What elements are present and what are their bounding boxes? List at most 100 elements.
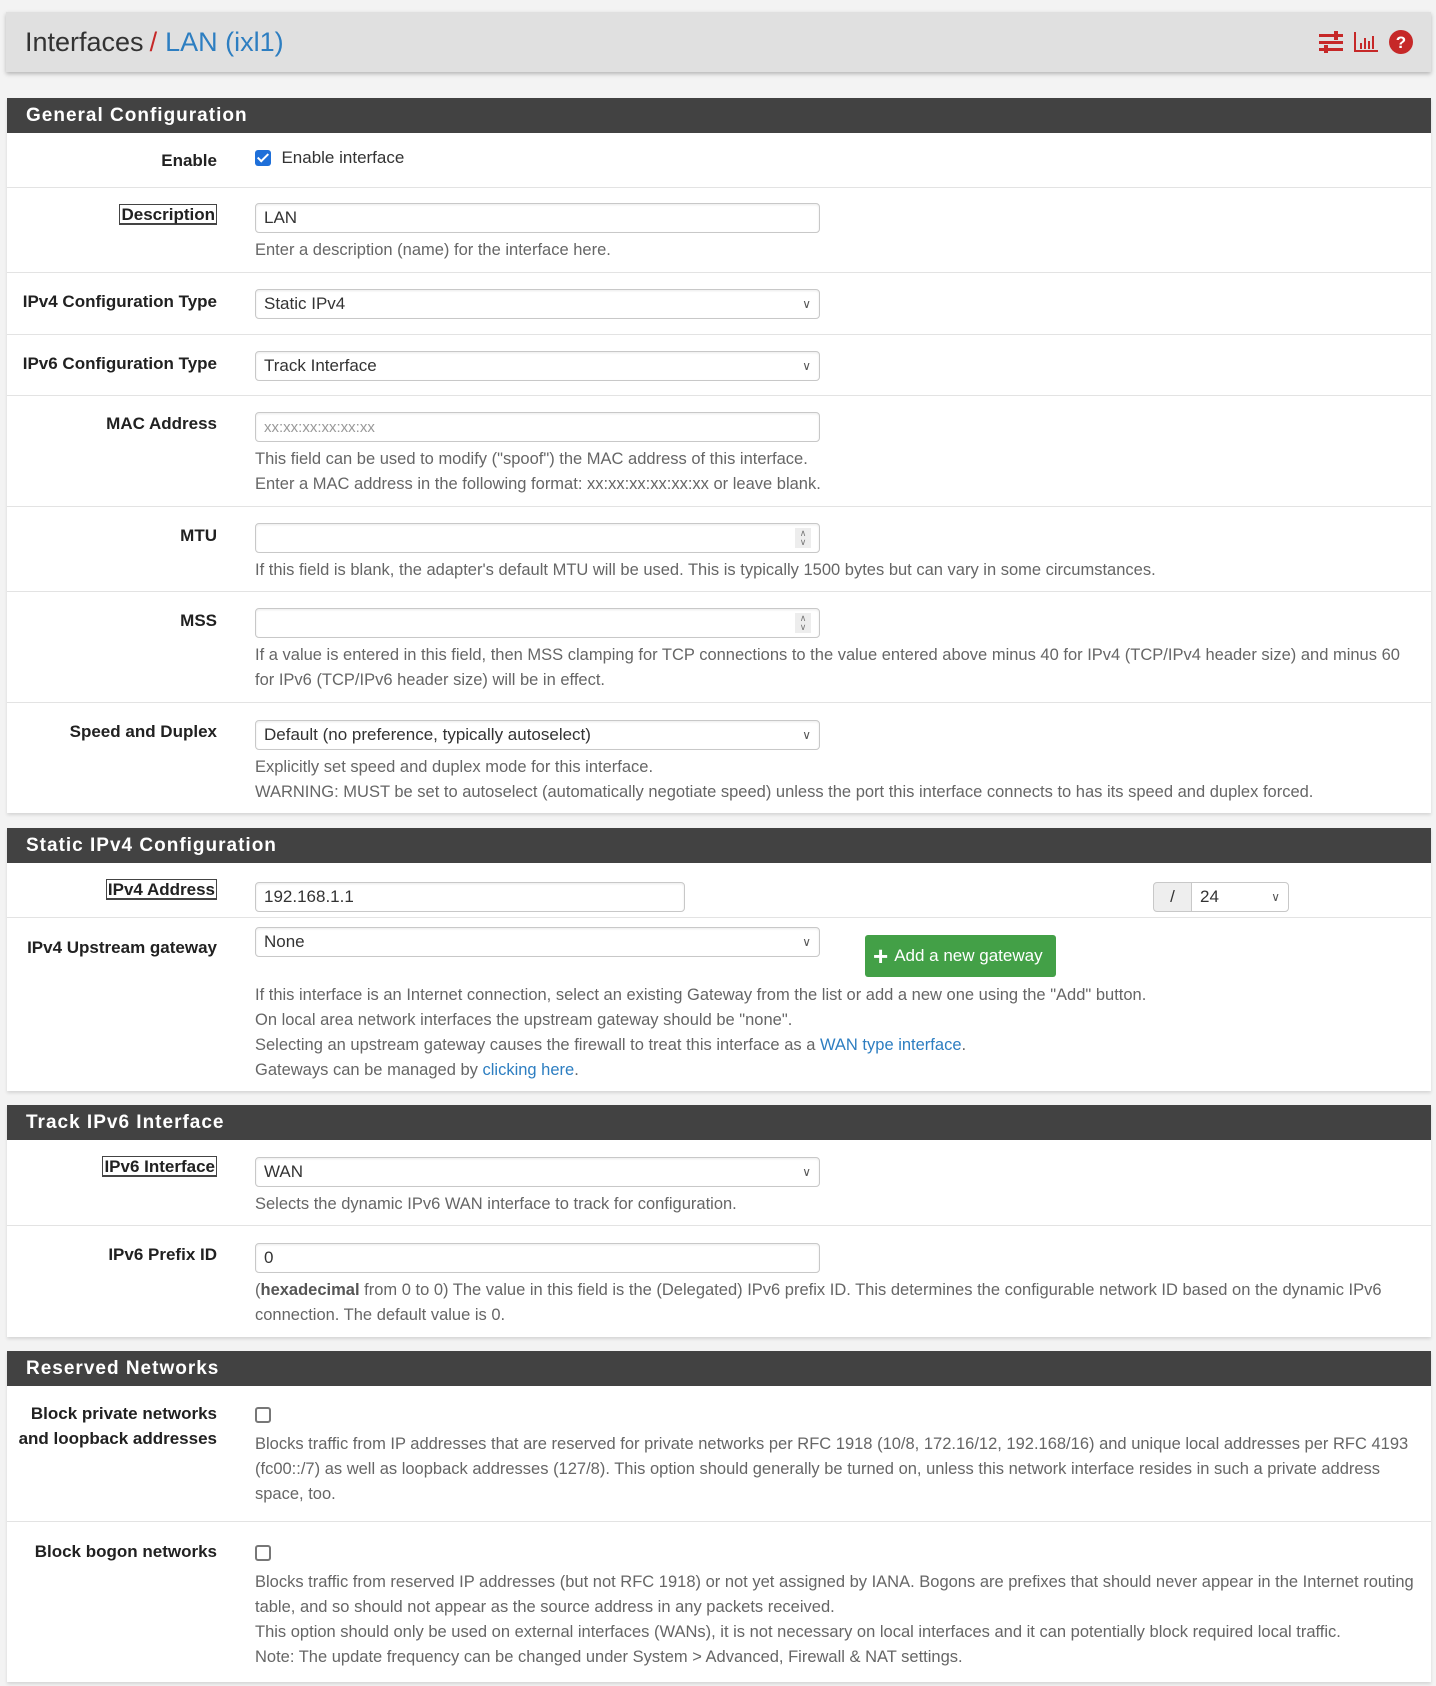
mac-address-placeholder: xx:xx:xx:xx:xx:xx	[264, 419, 375, 436]
ipv6-type-value: Track Interface	[264, 356, 377, 375]
spinner-icon[interactable]: ∧ ∨	[795, 613, 811, 633]
speed-duplex-select[interactable]: Default (no preference, typically autose…	[255, 720, 820, 750]
gateway-help-line3-text: Selecting an upstream gateway causes the…	[255, 1036, 820, 1054]
clicking-here-link[interactable]: clicking here	[482, 1061, 574, 1079]
gateway-help-line4-text: Gateways can be managed by	[255, 1061, 483, 1079]
wan-type-interface-link[interactable]: WAN type interface	[820, 1036, 962, 1054]
mac-help-line2: Enter a MAC address in the following for…	[255, 475, 821, 493]
mss-input[interactable]: ∧ ∨	[255, 608, 820, 638]
mac-help-line1: This field can be used to modify ("spoof…	[255, 450, 808, 468]
description-label: Description	[119, 204, 217, 225]
add-gateway-button[interactable]: + Add a new gateway	[865, 935, 1056, 977]
enable-label: Enable	[161, 151, 217, 170]
cidr-value: 24	[1200, 887, 1219, 906]
ipv4-type-label: IPv4 Configuration Type	[22, 292, 217, 311]
hexadecimal-bold: hexadecimal	[260, 1281, 360, 1299]
chevron-down-icon: ∨	[1271, 890, 1280, 904]
gateway-help-line4: Gateways can be managed by clicking here…	[255, 1058, 1417, 1083]
chevron-down-icon: ∨	[802, 728, 811, 742]
breadcrumb-interfaces[interactable]: Interfaces	[25, 27, 144, 58]
speed-help-line1: Explicitly set speed and duplex mode for…	[255, 758, 654, 776]
mss-help: If a value is entered in this field, the…	[255, 646, 1400, 689]
ipv6-type-label: IPv6 Configuration Type	[22, 354, 217, 373]
sliders-icon[interactable]	[1318, 30, 1343, 55]
enable-interface-checkbox-label[interactable]: Enable interface	[281, 148, 404, 167]
static-ipv4-panel: Static IPv4 Configuration IPv4 Address 1…	[7, 828, 1431, 1091]
cidr-select[interactable]: 24 ∨	[1191, 882, 1289, 912]
block-bogon-help-line3: Note: The update frequency can be change…	[255, 1648, 963, 1666]
ipv4-type-value: Static IPv4	[264, 294, 346, 313]
block-bogon-row: Block bogon networks Blocks traffic from…	[7, 1522, 1431, 1682]
ipv4-address-row: IPv4 Address 192.168.1.1 / 24 ∨	[7, 863, 1431, 918]
block-private-row: Block private networks and loopback addr…	[7, 1386, 1431, 1522]
speed-duplex-label: Speed and Duplex	[69, 722, 217, 741]
mss-label: MSS	[180, 611, 217, 630]
page-header: Interfaces / LAN (ixl1) ?	[6, 12, 1431, 72]
period: .	[961, 1036, 967, 1054]
cidr-slash-addon: /	[1153, 882, 1192, 912]
mss-row: MSS ∧ ∨ If a value is entered in this fie…	[7, 592, 1431, 703]
plus-icon: +	[873, 941, 889, 971]
ipv6-prefix-input[interactable]: 0	[255, 1243, 820, 1273]
block-bogon-label: Block bogon networks	[34, 1542, 217, 1561]
ipv6-interface-select[interactable]: WAN ∨	[255, 1157, 820, 1187]
ipv6-interface-row: IPv6 Interface WAN ∨ Selects the dynamic…	[7, 1140, 1431, 1226]
description-help: Enter a description (name) for the inter…	[255, 241, 611, 259]
header-actions: ?	[1318, 12, 1413, 72]
chevron-down-icon: ∨	[802, 935, 811, 949]
section-title: Track IPv6 Interface	[7, 1105, 1431, 1140]
ipv4-gateway-value: None	[264, 932, 305, 951]
general-configuration-panel: General Configuration Enable Enable inte…	[7, 98, 1431, 813]
ipv6-prefix-row: IPv6 Prefix ID 0 (hexadecimal from 0 to …	[7, 1226, 1431, 1336]
chevron-down-icon: ∨	[802, 359, 811, 373]
ipv4-type-select[interactable]: Static IPv4 ∨	[255, 289, 820, 319]
mtu-help: If this field is blank, the adapter's de…	[255, 561, 1156, 579]
gateway-help-line3: Selecting an upstream gateway causes the…	[255, 1033, 1417, 1058]
breadcrumb-current[interactable]: LAN (ixl1)	[165, 27, 284, 58]
breadcrumb: Interfaces / LAN (ixl1)	[25, 27, 284, 58]
mac-address-row: MAC Address xx:xx:xx:xx:xx:xx This field…	[7, 396, 1431, 507]
speed-help-line2: WARNING: MUST be set to autoselect (auto…	[255, 783, 1314, 801]
mtu-row: MTU ∧ ∨ If this field is blank, the adapt…	[7, 507, 1431, 592]
spinner-icon[interactable]: ∧ ∨	[795, 528, 811, 548]
block-private-checkbox[interactable]	[255, 1406, 271, 1423]
section-title: General Configuration	[7, 98, 1431, 133]
ipv6-type-select[interactable]: Track Interface ∨	[255, 351, 820, 381]
ipv4-address-label: IPv4 Address	[105, 879, 217, 900]
block-bogon-checkbox[interactable]	[255, 1544, 271, 1561]
ipv4-gateway-label: IPv4 Upstream gateway	[27, 938, 217, 957]
ipv6-prefix-label: IPv6 Prefix ID	[108, 1245, 217, 1264]
ipv4-gateway-select[interactable]: None ∨	[255, 927, 820, 957]
ipv6-interface-help: Selects the dynamic IPv6 WAN interface t…	[255, 1195, 737, 1213]
chevron-down-icon: ∨	[802, 1165, 811, 1179]
ipv4-gateway-row: IPv4 Upstream gateway None ∨ + Add a new…	[7, 918, 1431, 1090]
chevron-down-icon: ∨	[802, 297, 811, 311]
track-ipv6-panel: Track IPv6 Interface IPv6 Interface WAN …	[7, 1105, 1431, 1337]
ipv4-address-input[interactable]: 192.168.1.1	[255, 882, 685, 912]
bar-chart-icon[interactable]	[1353, 30, 1378, 55]
speed-duplex-row: Speed and Duplex Default (no preference,…	[7, 703, 1431, 813]
mtu-label: MTU	[180, 526, 217, 545]
block-private-label-line2: and loopback addresses	[18, 1429, 217, 1448]
breadcrumb-separator: /	[149, 26, 158, 57]
section-title: Static IPv4 Configuration	[7, 828, 1431, 863]
enable-interface-checkbox[interactable]	[255, 150, 271, 166]
add-gateway-button-label: Add a new gateway	[894, 946, 1043, 965]
ipv6-type-row: IPv6 Configuration Type Track Interface …	[7, 335, 1431, 396]
ipv6-prefix-help-text: from 0 to 0) The value in this field is …	[255, 1281, 1382, 1324]
block-bogon-help-line1: Blocks traffic from reserved IP addresse…	[255, 1573, 1414, 1616]
svg-text:?: ?	[1395, 33, 1405, 52]
section-title: Reserved Networks	[7, 1351, 1431, 1386]
mac-address-label: MAC Address	[106, 414, 217, 433]
block-private-help: Blocks traffic from IP addresses that ar…	[255, 1435, 1409, 1503]
help-icon[interactable]: ?	[1388, 30, 1413, 55]
speed-duplex-value: Default (no preference, typically autose…	[264, 725, 591, 744]
description-input[interactable]: LAN	[255, 203, 820, 233]
ipv6-interface-label: IPv6 Interface	[102, 1156, 217, 1177]
gateway-help-line2: On local area network interfaces the ups…	[255, 1011, 793, 1029]
mac-address-input[interactable]: xx:xx:xx:xx:xx:xx	[255, 412, 820, 442]
ipv6-prefix-help: (hexadecimal from 0 to 0) The value in t…	[255, 1278, 1417, 1328]
description-row: Description LAN Enter a description (nam…	[7, 188, 1431, 273]
mtu-input[interactable]: ∧ ∨	[255, 523, 820, 553]
block-private-label-line1: Block private networks	[30, 1404, 217, 1423]
